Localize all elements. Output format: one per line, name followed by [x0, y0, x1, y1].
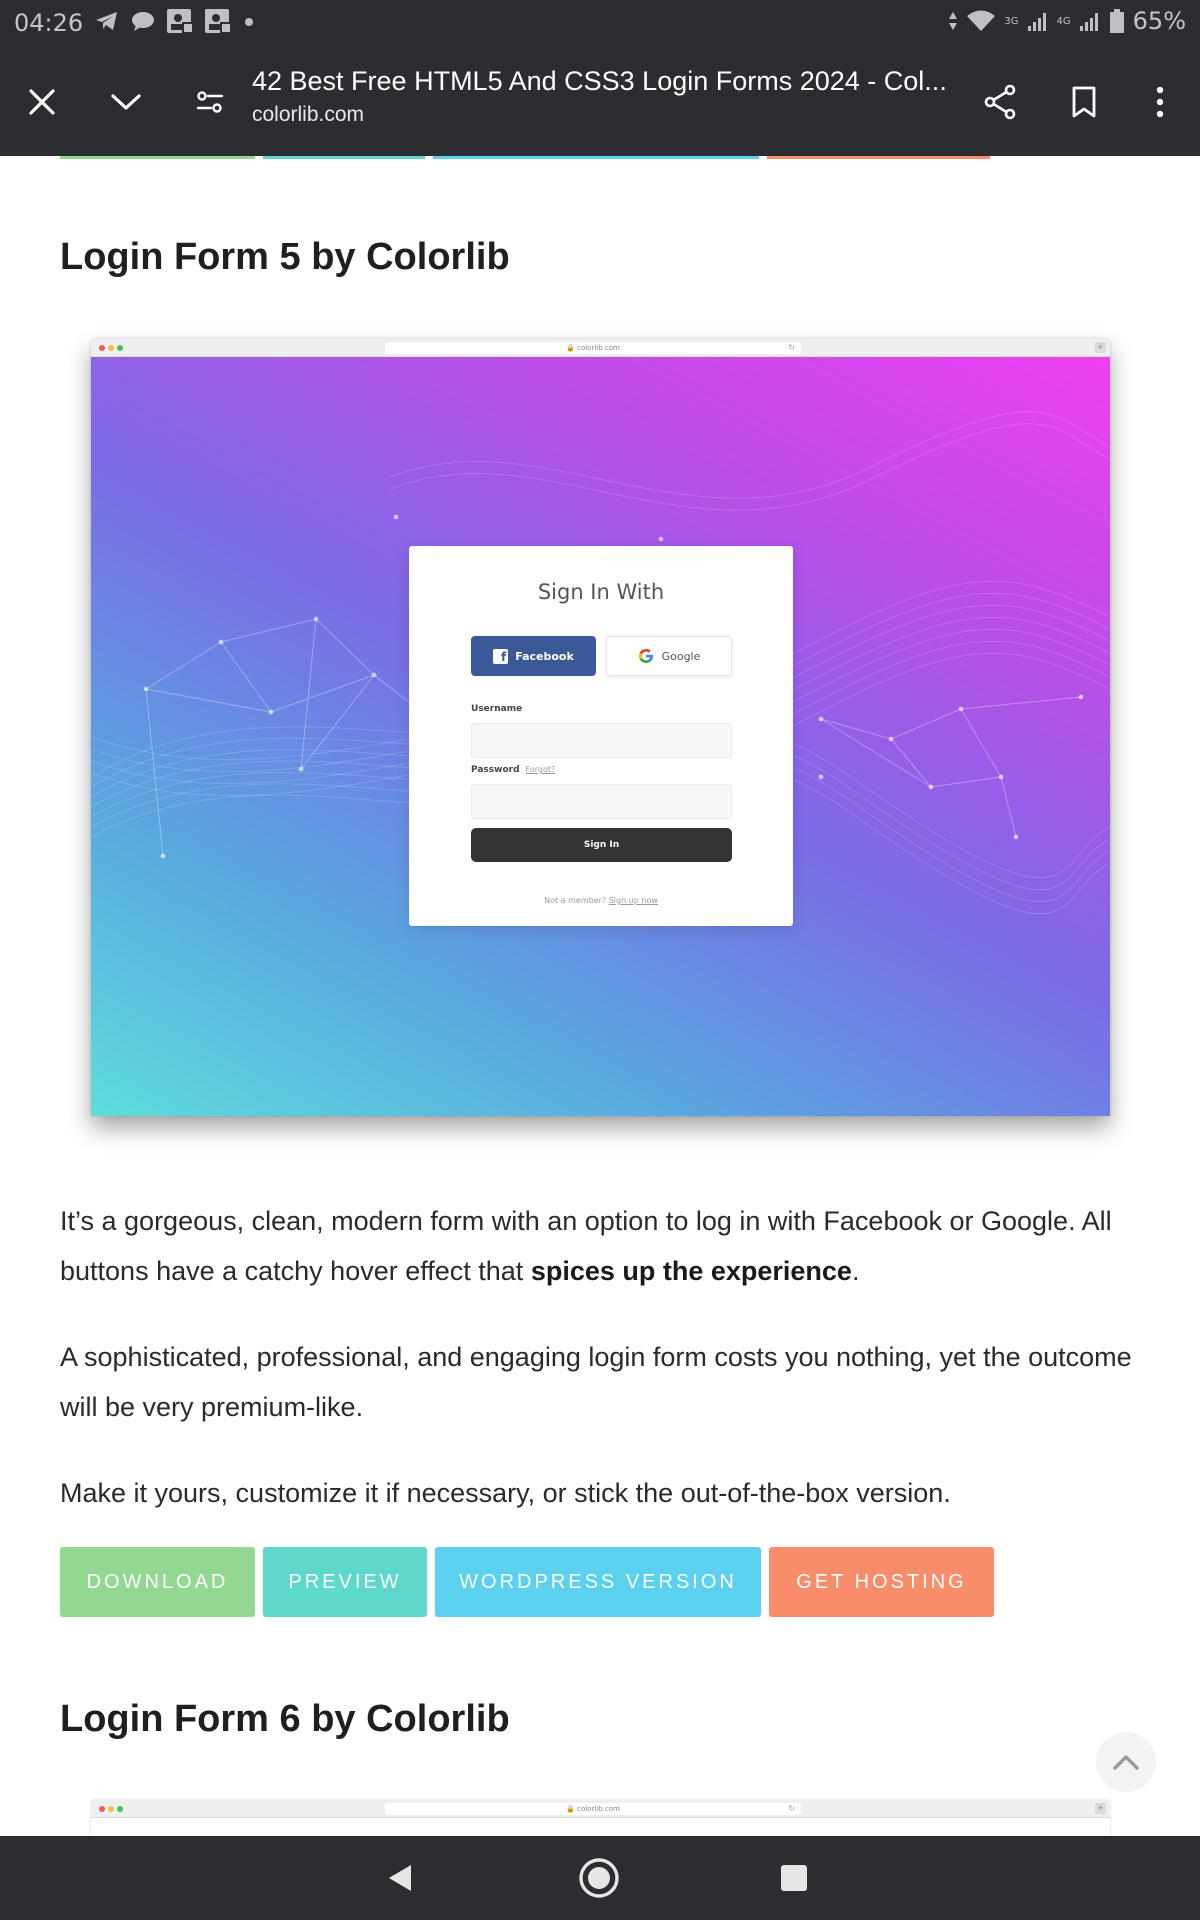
username-field[interactable] — [471, 723, 732, 758]
data-arrows-icon — [949, 12, 958, 30]
page-settings-icon — [196, 91, 224, 113]
section-title-login-form-5: Login Form 5 by Colorlib — [60, 236, 510, 278]
new-tab-icon: + — [1095, 1803, 1106, 1814]
login-card: Sign In With f Facebook Google Username — [409, 546, 793, 926]
dot-icon — [245, 18, 253, 26]
facebook-label: Facebook — [515, 649, 574, 663]
reload-icon: ↻ — [788, 343, 795, 352]
home-button[interactable] — [569, 1852, 629, 1904]
wifi-icon — [967, 10, 996, 31]
mock-browser-bar: 🔒 colorlib.com ↻ + — [91, 1800, 1110, 1818]
chevron-up-icon — [1113, 1755, 1139, 1770]
password-field[interactable] — [471, 784, 732, 819]
signup-prompt: Not a member? Sign up now — [409, 896, 793, 905]
window-close-dot — [99, 1806, 105, 1812]
google-login-button[interactable]: Google — [606, 636, 732, 676]
password-label-row: Password Forgot? — [471, 765, 555, 775]
share-button[interactable] — [970, 72, 1030, 132]
page-settings-button[interactable] — [180, 72, 240, 132]
mock-address-bar: 🔒 colorlib.com ↻ — [385, 342, 801, 354]
description-text-end: . — [851, 1256, 860, 1286]
page-title-area[interactable]: 42 Best Free HTML5 And CSS3 Login Forms … — [252, 66, 962, 127]
back-icon — [389, 1865, 411, 1891]
share-icon — [984, 84, 1016, 120]
close-icon — [29, 89, 55, 115]
wordpress-version-button[interactable]: WORDPRESS VERSION — [435, 1547, 761, 1617]
bookmark-icon — [1072, 86, 1096, 118]
description-paragraph-2: A sophisticated, professional, and engag… — [60, 1342, 1132, 1422]
previous-buttons-edge — [433, 156, 759, 159]
page-url: colorlib.com — [252, 103, 365, 126]
photo-notification-icon — [205, 9, 231, 33]
window-zoom-dot — [117, 345, 123, 351]
back-button[interactable] — [370, 1852, 430, 1904]
login-card-title: Sign In With — [537, 580, 665, 604]
forgot-link[interactable]: Forgot? — [526, 765, 556, 774]
page-title: 42 Best Free HTML5 And CSS3 Login Forms … — [252, 66, 947, 96]
mock-browser-bar: 🔒 colorlib.com ↻ + — [91, 339, 1110, 357]
previous-buttons-edge — [60, 156, 255, 159]
google-label: Google — [661, 649, 701, 663]
bookmark-button[interactable] — [1054, 72, 1114, 132]
chevron-down-icon — [111, 94, 141, 110]
scroll-to-top-button[interactable] — [1096, 1732, 1156, 1792]
window-minimize-dot — [108, 345, 114, 351]
network-4g-label: 4G — [1056, 15, 1071, 27]
web-content: Login Form 5 by Colorlib 🔒 colorlib.com … — [0, 156, 1200, 1836]
login-form-6-preview[interactable]: 🔒 colorlib.com ↻ + — [91, 1800, 1110, 1836]
description-emphasis: spices up the experience — [530, 1256, 852, 1286]
chat-bubble-icon — [132, 12, 154, 31]
sign-in-button[interactable]: Sign In — [471, 828, 732, 862]
section-title-login-form-6: Login Form 6 by Colorlib — [60, 1698, 510, 1740]
signal-icon — [1027, 13, 1046, 31]
get-hosting-button[interactable]: GET HOSTING — [769, 1547, 994, 1617]
photo-notification-icon — [167, 9, 193, 33]
more-options-button[interactable] — [1130, 72, 1190, 132]
previous-buttons-edge — [767, 156, 990, 159]
more-vert-icon — [1156, 86, 1164, 118]
system-navigation-bar — [0, 1836, 1200, 1920]
password-label: Password — [471, 765, 520, 775]
google-icon — [638, 649, 653, 663]
system-status: 3G 4G 65% — [948, 7, 1186, 35]
window-close-dot — [99, 345, 105, 351]
login-form-5-preview[interactable]: 🔒 colorlib.com ↻ + Sign In With f Facebo… — [91, 339, 1110, 1116]
recents-icon — [781, 1865, 807, 1891]
facebook-icon: f — [493, 648, 509, 664]
preview-button[interactable]: PREVIEW — [263, 1547, 427, 1617]
window-minimize-dot — [108, 1806, 114, 1812]
mock-address-bar: 🔒 colorlib.com ↻ — [385, 1803, 801, 1815]
gradient-background: Sign In With f Facebook Google Username — [91, 357, 1110, 1116]
download-button[interactable]: DOWNLOAD — [60, 1547, 255, 1617]
signup-link[interactable]: Sign up now — [609, 896, 658, 905]
window-zoom-dot — [117, 1806, 123, 1812]
username-label: Username — [471, 704, 523, 714]
notification-icons — [94, 8, 256, 34]
close-button[interactable] — [12, 72, 72, 132]
battery-icon — [1109, 9, 1124, 33]
signup-prompt-text: Not a member? — [544, 896, 607, 905]
recents-button[interactable] — [764, 1852, 824, 1904]
home-icon — [579, 1858, 619, 1898]
mock-address-text: 🔒 colorlib.com — [566, 1805, 620, 1813]
description-paragraph-1: It’s a gorgeous, clean, modern form with… — [60, 1196, 1140, 1296]
minimize-button[interactable] — [96, 72, 156, 132]
action-buttons: DOWNLOAD PREVIEW WORDPRESS VERSION GET H… — [60, 1547, 994, 1617]
previous-buttons-edge — [263, 156, 425, 159]
new-tab-icon: + — [1095, 342, 1106, 353]
reload-icon: ↻ — [788, 1804, 795, 1813]
battery-percentage: 65% — [1132, 7, 1186, 35]
telegram-icon — [96, 12, 117, 30]
custom-tab-toolbar: 42 Best Free HTML5 And CSS3 Login Forms … — [0, 44, 1200, 156]
status-time: 04:26 — [14, 9, 84, 37]
network-3g-label: 3G — [1004, 15, 1019, 27]
status-bar: 04:26 3G 4G 65% — [0, 0, 1200, 44]
facebook-login-button[interactable]: f Facebook — [471, 636, 596, 676]
mock-address-text: 🔒 colorlib.com — [566, 344, 620, 352]
description-paragraph-3: Make it yours, customize it if necessary… — [60, 1478, 951, 1508]
signal-icon — [1079, 13, 1098, 31]
